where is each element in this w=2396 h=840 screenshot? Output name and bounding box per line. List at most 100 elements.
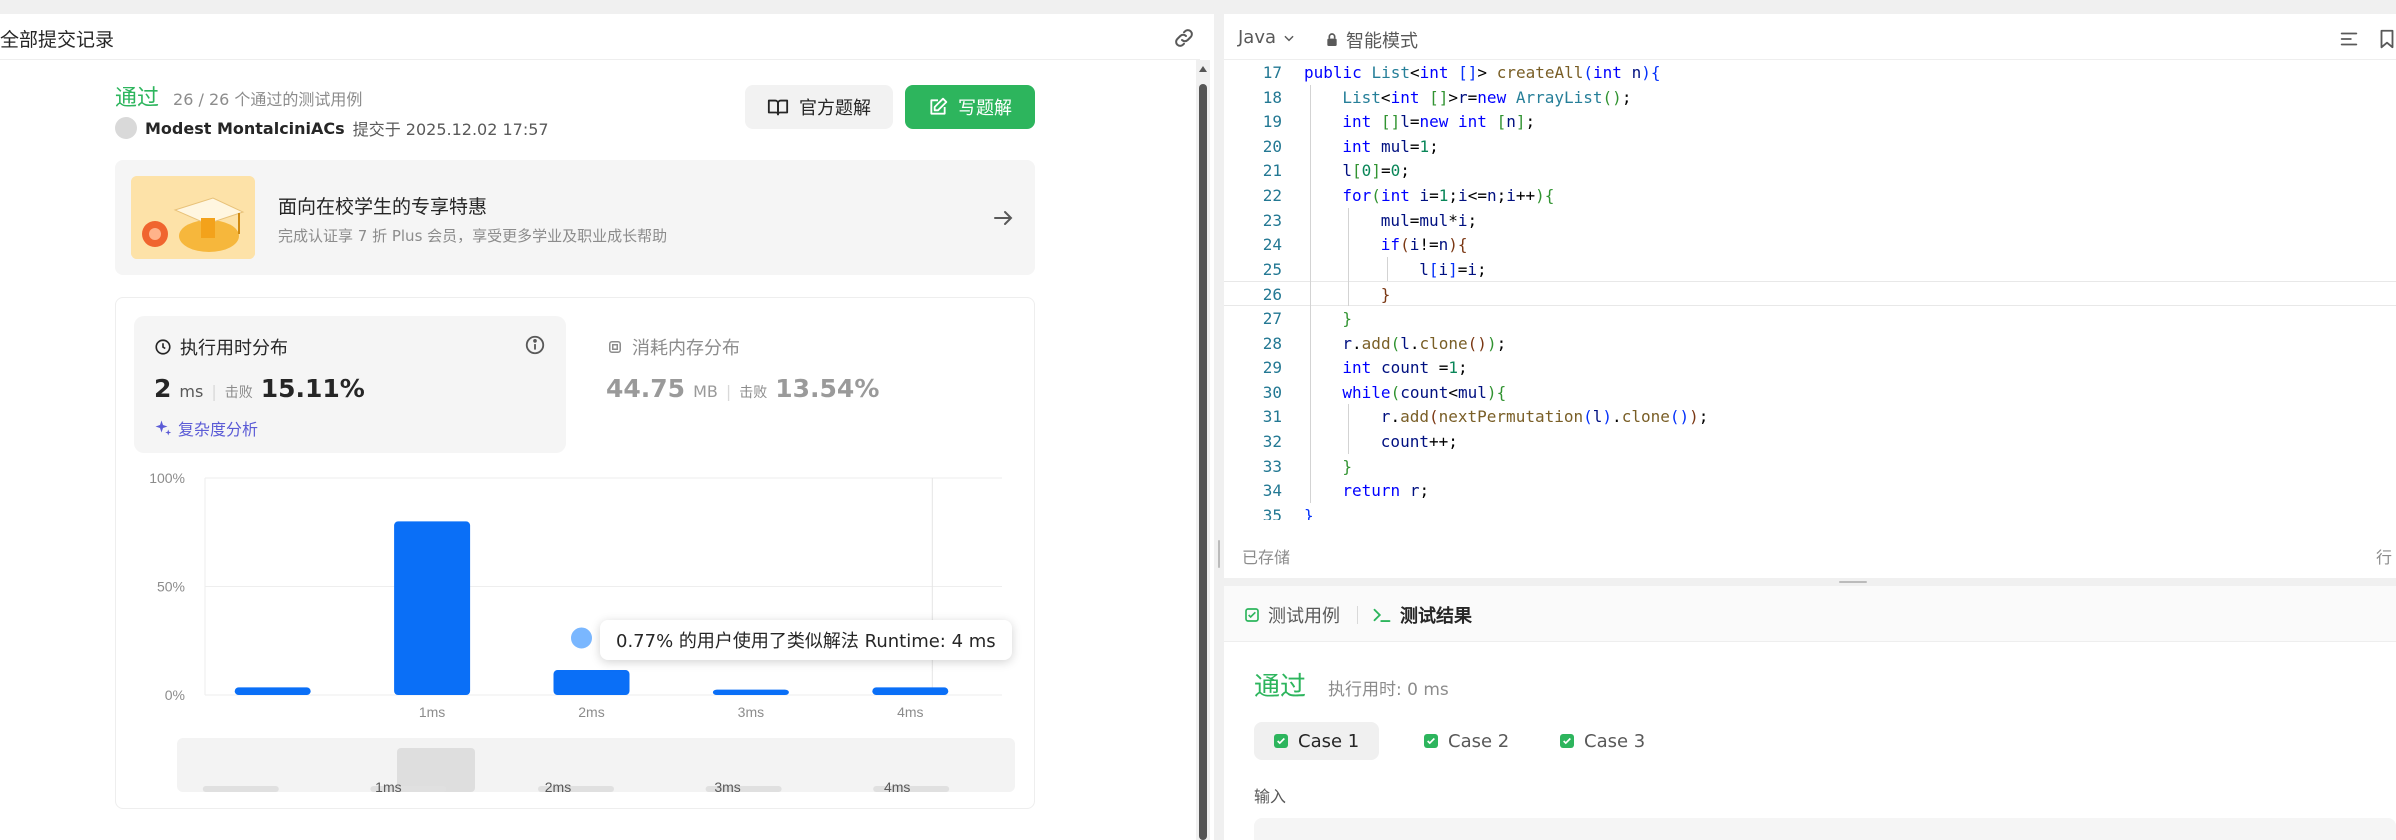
case-2-tab[interactable]: Case 2	[1404, 722, 1529, 760]
code-text: }	[1380, 285, 1391, 305]
indent-guide	[1348, 404, 1350, 454]
chart-tooltip: 0.77% 的用户使用了类似解法 Runtime: 4 ms	[600, 620, 1012, 660]
chart-bar	[234, 687, 311, 695]
code-line[interactable]: 17 public List<int []> createAll(int n){	[1224, 60, 2396, 85]
chart-bar	[872, 687, 949, 695]
mode-label: 智能模式	[1346, 31, 1418, 52]
code-text: }	[1342, 309, 1353, 328]
code-text: int count =1;	[1342, 358, 1468, 378]
code-line[interactable]: 21 l[0]=0;	[1224, 158, 2396, 183]
code-line[interactable]: 24 if(i!=n){	[1224, 232, 2396, 257]
tab-test-result[interactable]: 测试结果	[1372, 602, 1472, 628]
chart-bar	[553, 670, 630, 695]
overview-tick-label: 3ms	[714, 779, 740, 795]
smart-mode-toggle[interactable]: 智能模式	[1324, 27, 1418, 53]
line-number: 23	[1262, 210, 1282, 230]
scroll-up-arrow[interactable]	[1199, 66, 1207, 72]
vertical-splitter[interactable]	[1214, 0, 1224, 840]
code-text: return r;	[1342, 481, 1430, 501]
x-tick-label: 3ms	[738, 704, 764, 720]
format-lines-icon[interactable]	[2338, 28, 2360, 50]
overview-tick-label: 2ms	[545, 779, 571, 795]
lock-icon	[1327, 33, 1337, 46]
line-number: 27	[1262, 309, 1282, 328]
code-text: public List<int []> createAll(int n){	[1304, 63, 1661, 82]
case-label: Case 1	[1298, 730, 1360, 752]
code-area[interactable]: 17 public List<int []> createAll(int n){1…	[1224, 60, 2396, 520]
test-result-panel: 测试用例 测试结果 通过 执行用时: 0 ms Case 1 Case 2 Ca…	[1224, 586, 2396, 840]
overview-tick-label: 4ms	[884, 779, 910, 795]
code-line[interactable]: 25 l[i]=i;	[1224, 257, 2396, 282]
checkbox-icon	[1245, 608, 1259, 622]
code-text: }	[1342, 456, 1353, 476]
code-text: l[i]=i;	[1419, 259, 1487, 279]
tab-testcase[interactable]: 测试用例	[1244, 602, 1340, 628]
editor-status-bar: 已存储 行	[1224, 540, 2396, 570]
submission-detail-panel: 全部提交记录 通过 26 / 26 个通过的测试用例 Modest Montal…	[0, 0, 1214, 840]
line-number: 24	[1262, 235, 1282, 255]
chart-bar	[394, 521, 471, 695]
line-number: 34	[1262, 481, 1282, 501]
editor-toolbar: Java 智能模式	[1224, 14, 2396, 60]
input-label: 输入	[1254, 787, 1287, 806]
scrollbar-thumb[interactable]	[1199, 84, 1207, 840]
code-line[interactable]: 34 return r;	[1224, 478, 2396, 503]
y-tick-label: 50%	[157, 579, 185, 595]
splitter-grip[interactable]	[1839, 581, 1867, 583]
code-text: int mul=1;	[1342, 136, 1439, 156]
line-number: 28	[1262, 333, 1282, 353]
code-line[interactable]: 22 for(int i=1;i<=n;i++){	[1224, 183, 2396, 208]
code-text: for(int i=1;i<=n;i++){	[1342, 186, 1555, 205]
code-line[interactable]: 23 mul=mul*i;	[1224, 208, 2396, 233]
code-line[interactable]: 26}	[1224, 281, 2396, 307]
line-number: 30	[1262, 382, 1282, 402]
code-text: List<int []>r=new ArrayList();	[1342, 87, 1632, 107]
line-number: 32	[1262, 432, 1282, 451]
scrollbar[interactable]	[1196, 60, 1210, 840]
splitter-grip[interactable]	[1218, 540, 1220, 568]
line-number: 29	[1262, 358, 1282, 378]
code-line[interactable]: 31 r.add(nextPermutation(l).clone());	[1224, 404, 2396, 429]
overview-tick-label: 1ms	[375, 779, 401, 795]
code-text: if(i!=n){	[1380, 235, 1468, 255]
code-text: count++;	[1380, 432, 1458, 451]
code-text: while(count<mul){	[1342, 382, 1507, 402]
code-line[interactable]: 33}	[1224, 454, 2396, 479]
input-value-box[interactable]	[1254, 818, 2396, 840]
case-label: Case 2	[1448, 730, 1510, 752]
code-text: r.add(l.clone());	[1342, 333, 1507, 353]
language-select[interactable]: Java	[1238, 27, 1296, 48]
line-number: 19	[1262, 112, 1282, 132]
line-number: 17	[1262, 63, 1282, 82]
case-1-tab[interactable]: Case 1	[1254, 722, 1380, 760]
overview-window	[397, 748, 475, 792]
user-position-marker	[568, 624, 595, 652]
line-number: 20	[1262, 136, 1282, 156]
code-line[interactable]: 29 int count =1;	[1224, 355, 2396, 380]
tab-divider	[1357, 606, 1358, 624]
test-status-badge: 通过	[1254, 672, 1307, 702]
indent-guide	[1386, 256, 1388, 282]
x-tick-label: 2ms	[578, 704, 604, 720]
code-line[interactable]: 18 List<int []>r=new ArrayList();	[1224, 85, 2396, 110]
code-line[interactable]: 28 r.add(l.clone());	[1224, 331, 2396, 356]
code-line[interactable]: 20 int mul=1;	[1224, 134, 2396, 159]
overview-bar	[202, 786, 279, 792]
horizontal-splitter[interactable]	[1224, 578, 2396, 586]
code-line[interactable]: 35}	[1224, 503, 2396, 520]
x-tick-label: 1ms	[419, 704, 445, 720]
tab-testcase-label: 测试用例	[1268, 606, 1340, 627]
code-line[interactable]: 19 int []l=new int [n];	[1224, 109, 2396, 134]
check-icon	[1560, 734, 1574, 748]
y-tick-label: 0%	[165, 687, 185, 703]
bookmark-icon[interactable]	[2376, 28, 2396, 50]
language-label: Java	[1238, 27, 1277, 48]
code-line[interactable]: 30 while(count<mul){	[1224, 380, 2396, 405]
code-line[interactable]: 32 count++;	[1224, 429, 2396, 454]
chart-bar	[712, 689, 789, 695]
line-number: 35	[1262, 505, 1282, 520]
chevron-down-icon	[1284, 35, 1294, 41]
tab-result-label: 测试结果	[1400, 606, 1472, 627]
case-3-tab[interactable]: Case 3	[1540, 722, 1665, 760]
code-line[interactable]: 27}	[1224, 306, 2396, 331]
